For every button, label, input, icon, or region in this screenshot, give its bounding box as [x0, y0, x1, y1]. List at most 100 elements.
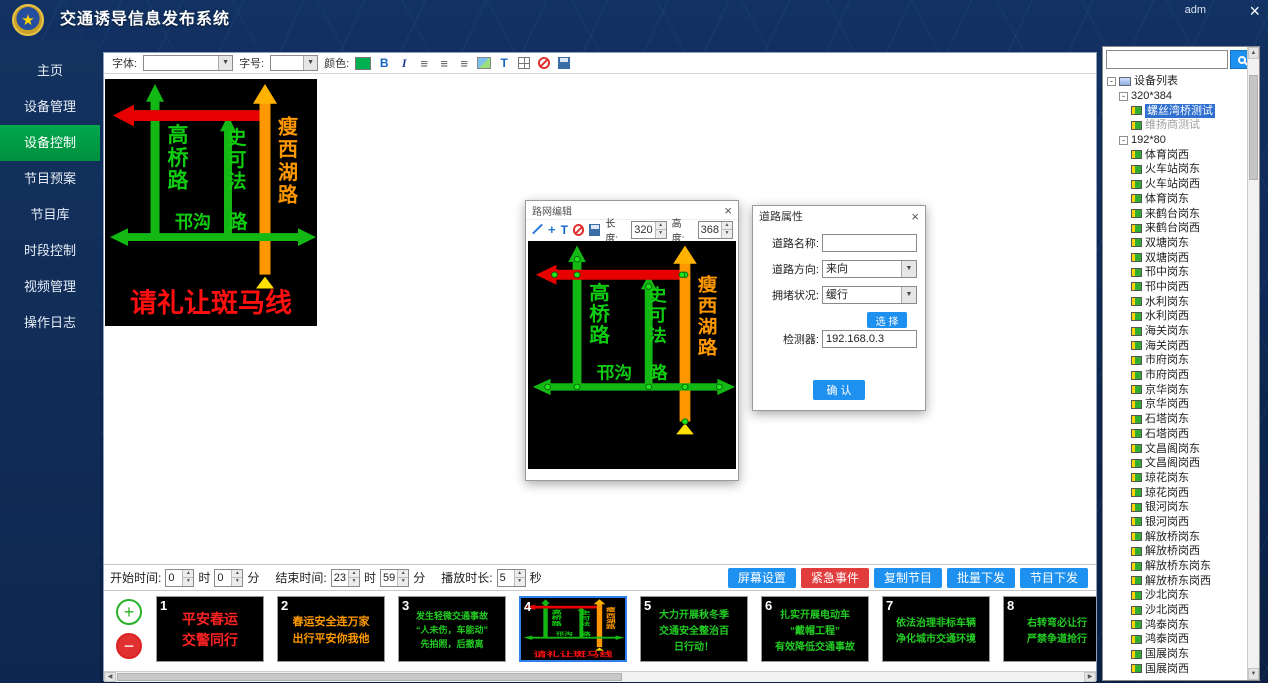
spin-down-icon[interactable]: ▼	[722, 230, 732, 238]
sidebar-item-6[interactable]: 时段控制	[0, 233, 100, 269]
spin-up-icon[interactable]: ▲	[722, 222, 732, 231]
scroll-down-icon[interactable]: ▼	[1248, 668, 1259, 680]
spin-up-icon[interactable]: ▲	[515, 570, 525, 579]
spin-down-icon[interactable]: ▼	[349, 578, 359, 586]
tree-group-2[interactable]: -192*80	[1105, 133, 1246, 148]
road-name-input[interactable]	[822, 234, 917, 252]
add-program-button[interactable]: +	[116, 599, 142, 625]
tree-device-item[interactable]: 鸿泰岗西	[1105, 632, 1246, 647]
tree-device-item[interactable]: 来鹤台岗东	[1105, 206, 1246, 221]
add-node-icon[interactable]: +	[548, 222, 556, 237]
tree-device-item[interactable]: 市府岗西	[1105, 368, 1246, 383]
start-hour-spinner[interactable]: 0 ▲▼	[165, 569, 194, 587]
tree-device-item[interactable]: 琼花岗东	[1105, 471, 1246, 486]
spin-up-icon[interactable]: ▲	[398, 570, 408, 579]
spin-down-icon[interactable]: ▼	[232, 578, 242, 586]
layout-grid-icon[interactable]	[518, 57, 530, 69]
text-tool-button[interactable]: T	[497, 55, 511, 71]
align-left-icon[interactable]: ≡	[417, 55, 431, 71]
dialog-close-icon[interactable]: ×	[724, 204, 732, 217]
confirm-button[interactable]: 确 认	[813, 380, 865, 400]
tree-device-item[interactable]: 京华岗西	[1105, 397, 1246, 412]
duration-spinner[interactable]: 5 ▲▼	[497, 569, 526, 587]
tree-device-item[interactable]: 石塔岗西	[1105, 427, 1246, 442]
emergency-event-button[interactable]: 紧急事件	[801, 568, 869, 588]
scrollbar-thumb[interactable]	[1249, 75, 1258, 180]
dialog-close-icon[interactable]: ×	[911, 210, 919, 223]
start-minute-spinner[interactable]: 0 ▲▼	[214, 569, 243, 587]
dialog-titlebar[interactable]: 道路属性 ×	[753, 206, 925, 226]
screen-settings-button[interactable]: 屏幕设置	[728, 568, 796, 588]
tree-device-item[interactable]: 文昌阁岗东	[1105, 441, 1246, 456]
tree-device-item[interactable]: 国展岗东	[1105, 647, 1246, 662]
spin-up-icon[interactable]: ▲	[349, 570, 359, 579]
font-select[interactable]	[143, 55, 233, 71]
tree-group-1[interactable]: -320*384	[1105, 89, 1246, 104]
collapse-icon[interactable]: -	[1107, 77, 1116, 86]
tree-device-item[interactable]: 双塘岗西	[1105, 250, 1246, 265]
tree-device-item[interactable]: 解放桥岗西	[1105, 544, 1246, 559]
draw-line-icon[interactable]	[531, 223, 543, 236]
sidebar-item-3[interactable]: 设备控制	[0, 125, 100, 161]
playlist-thumbnail-4[interactable]: 4高桥路史可法路邗沟瘦西湖路请礼让斑马线	[519, 596, 627, 662]
tree-device-item[interactable]: 沙北岗西	[1105, 603, 1246, 618]
tree-device-item[interactable]: 石塔岗东	[1105, 412, 1246, 427]
tree-device-item[interactable]: 体育岗东	[1105, 192, 1246, 207]
spin-down-icon[interactable]: ▼	[515, 578, 525, 586]
tree-device-item[interactable]: 鸿泰岗东	[1105, 617, 1246, 632]
playlist-thumbnail-3[interactable]: 3发生轻微交通事故“人未伤，车能动”先拍照，后撤离	[398, 596, 506, 662]
tree-device-item[interactable]: 海关岗西	[1105, 338, 1246, 353]
batch-send-button[interactable]: 批量下发	[947, 568, 1015, 588]
tree-device-item[interactable]: 解放桥东岗东	[1105, 559, 1246, 574]
playlist-thumbnail-6[interactable]: 6扎实开展电动车“戴帽工程”有效降低交通事故	[761, 596, 869, 662]
playlist-thumbnail-1[interactable]: 1平安春运交警同行	[156, 596, 264, 662]
copy-program-button[interactable]: 复制节目	[874, 568, 942, 588]
tree-device-item[interactable]: 解放桥岗东	[1105, 529, 1246, 544]
spin-down-icon[interactable]: ▼	[183, 578, 193, 586]
select-button[interactable]: 选 择	[867, 312, 907, 328]
scroll-up-icon[interactable]: ▲	[1248, 47, 1259, 59]
bold-button[interactable]: B	[377, 55, 391, 71]
tree-device-item[interactable]: 螺丝湾桥测试	[1105, 103, 1246, 118]
detector-input[interactable]: 192.168.0.3	[822, 330, 917, 348]
tree-device-item[interactable]: 银河岗西	[1105, 515, 1246, 530]
height-spinner[interactable]: 368 ▲▼	[698, 221, 733, 239]
tree-device-item[interactable]: 火车站岗西	[1105, 177, 1246, 192]
device-search-input[interactable]	[1106, 50, 1228, 69]
window-close-icon[interactable]: ×	[1249, 0, 1260, 22]
save-icon[interactable]	[589, 224, 600, 236]
collapse-icon[interactable]: -	[1119, 92, 1128, 101]
align-center-icon[interactable]: ≡	[437, 55, 451, 71]
tree-scrollbar[interactable]: ▲ ▼	[1247, 47, 1259, 680]
sidebar-item-4[interactable]: 节目预案	[0, 161, 100, 197]
tree-device-item[interactable]: 维扬商测试	[1105, 118, 1246, 133]
tree-device-item[interactable]: 解放桥东岗西	[1105, 573, 1246, 588]
text-tool-button[interactable]: T	[561, 223, 568, 237]
length-spinner[interactable]: 320 ▲▼	[631, 221, 666, 239]
tree-device-item[interactable]: 海关岗东	[1105, 324, 1246, 339]
playlist-scrollbar[interactable]: ◀ ▶	[104, 671, 1096, 682]
playlist-thumbnail-7[interactable]: 7依法治理非标车辆净化城市交通环境	[882, 596, 990, 662]
tree-device-item[interactable]: 文昌阁岗西	[1105, 456, 1246, 471]
tree-device-item[interactable]: 沙北岗东	[1105, 588, 1246, 603]
collapse-icon[interactable]: -	[1119, 136, 1128, 145]
user-name[interactable]: adm	[1185, 4, 1206, 16]
led-sign-preview[interactable]: 高桥路史可法路邗沟瘦西湖路请礼让斑马线	[105, 79, 317, 326]
font-size-select[interactable]	[270, 55, 318, 71]
road-network-canvas[interactable]: 高桥路史可法路邗沟瘦西湖路	[528, 241, 736, 469]
playlist-thumbnail-2[interactable]: 2春运安全连万家出行平安你我他	[277, 596, 385, 662]
tree-device-item[interactable]: 国展岗西	[1105, 662, 1246, 677]
sidebar-item-2[interactable]: 设备管理	[0, 89, 100, 125]
sidebar-item-5[interactable]: 节目库	[0, 197, 100, 233]
tree-device-item[interactable]: 银河岗东	[1105, 500, 1246, 515]
tree-device-item[interactable]: 体育岗西	[1105, 147, 1246, 162]
program-send-button[interactable]: 节目下发	[1020, 568, 1088, 588]
tree-root[interactable]: -设备列表	[1105, 74, 1246, 89]
tree-device-item[interactable]: 市府岗东	[1105, 353, 1246, 368]
tree-device-item[interactable]: 邗中岗西	[1105, 280, 1246, 295]
delete-icon[interactable]	[573, 224, 584, 236]
scroll-left-icon[interactable]: ◀	[104, 672, 116, 682]
save-icon[interactable]	[558, 57, 570, 69]
sidebar-item-7[interactable]: 视频管理	[0, 269, 100, 305]
insert-image-icon[interactable]	[477, 57, 491, 69]
